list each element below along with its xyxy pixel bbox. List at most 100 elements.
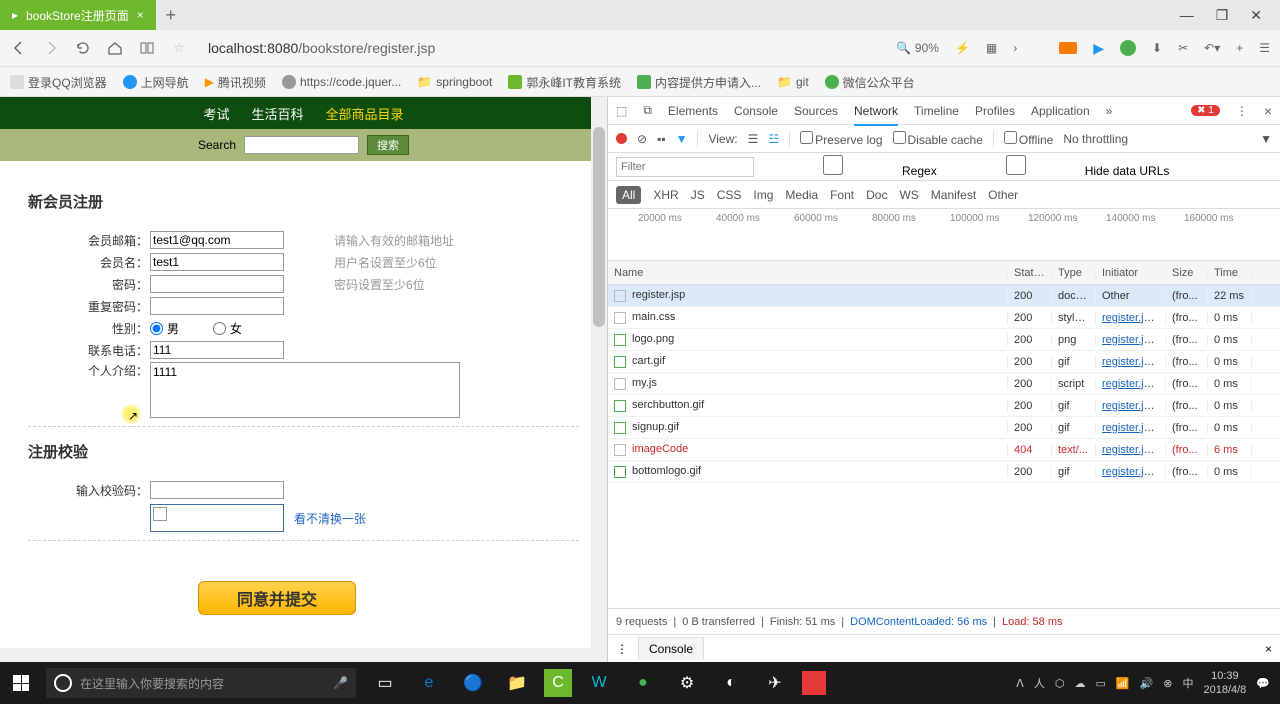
bookmark-item[interactable]: https://code.jquer...	[282, 75, 401, 89]
dt-tab[interactable]: Application	[1031, 104, 1090, 118]
record-icon[interactable]	[1059, 42, 1077, 54]
taskview-icon[interactable]: ▭	[364, 662, 406, 704]
table-row[interactable]: register.jsp200docu...Other(fro...22 ms	[608, 285, 1280, 307]
regex-checkbox[interactable]: Regex	[764, 155, 937, 178]
back-button[interactable]	[10, 39, 28, 57]
captcha-refresh-link[interactable]: 看不清换一张	[294, 510, 366, 527]
type-filter-item[interactable]: JS	[691, 188, 705, 202]
new-tab-button[interactable]: +	[156, 5, 186, 26]
nav-item[interactable]: 生活百科	[251, 104, 303, 123]
type-filter-item[interactable]: WS	[899, 188, 918, 202]
app-icon[interactable]: e	[408, 662, 450, 704]
tray-icon[interactable]: 人	[1034, 675, 1045, 691]
nav-item-active[interactable]: 全部商品目录	[326, 104, 404, 123]
clear-icon[interactable]: ⊘	[637, 132, 647, 146]
flash-icon[interactable]: ⚡	[955, 41, 970, 55]
type-filter-item[interactable]: Other	[988, 188, 1018, 202]
search-input[interactable]	[244, 136, 359, 154]
app-icon[interactable]: 🔵	[452, 662, 494, 704]
cut-icon[interactable]: ✂	[1178, 41, 1188, 55]
tab-close-icon[interactable]: ×	[137, 8, 144, 22]
wechat-icon[interactable]	[1120, 40, 1136, 56]
intro-textarea[interactable]	[150, 362, 460, 418]
phone-input[interactable]	[150, 341, 284, 359]
table-row[interactable]: serchbutton.gif200gifregister.jsp:...(fr…	[608, 395, 1280, 417]
app-icon[interactable]: 📁	[496, 662, 538, 704]
cortana-search[interactable]: 在这里输入你要搜索的内容🎤	[46, 668, 356, 698]
filter-icon[interactable]: ▼	[676, 132, 688, 146]
maximize-icon[interactable]: ❐	[1216, 7, 1229, 24]
console-close-icon[interactable]: ×	[1265, 642, 1272, 656]
offline-checkbox[interactable]: Offline	[1004, 131, 1053, 147]
tray-icon[interactable]: ᐱ	[1016, 677, 1024, 690]
reader-icon[interactable]	[138, 39, 156, 57]
start-button[interactable]	[0, 662, 42, 704]
type-all[interactable]: All	[616, 186, 641, 204]
type-filter-item[interactable]: CSS	[717, 188, 742, 202]
clock[interactable]: 10:392018/4/8	[1203, 669, 1246, 698]
dt-tab[interactable]: Console	[734, 104, 778, 118]
captcha-input[interactable]	[150, 481, 284, 499]
console-menu-icon[interactable]: ⋮	[616, 642, 628, 656]
dt-menu-icon[interactable]: ⋮	[1236, 104, 1248, 118]
bookmark-item[interactable]: 上网导航	[123, 74, 189, 91]
filter-input[interactable]	[616, 157, 754, 177]
camera-icon[interactable]: ▪▪	[657, 132, 666, 146]
menu-icon[interactable]: ☰	[1259, 41, 1270, 55]
ime-icon[interactable]: 中	[1182, 675, 1193, 691]
star-icon[interactable]: ☆	[170, 39, 188, 57]
url-display[interactable]: localhost:8080/bookstore/register.jsp	[208, 40, 435, 56]
horizontal-scrollbar[interactable]	[0, 648, 607, 662]
password-input[interactable]	[150, 275, 284, 293]
mic-icon[interactable]: 🎤	[333, 676, 348, 690]
username-input[interactable]	[150, 253, 284, 271]
app-icon[interactable]: ✈	[754, 662, 796, 704]
table-row[interactable]: signup.gif200gifregister.jsp:...(fro...0…	[608, 417, 1280, 439]
dt-tab-active[interactable]: Network	[854, 104, 898, 126]
table-row[interactable]: bottomlogo.gif200gifregister.jsp:...(fro…	[608, 461, 1280, 483]
dt-tab[interactable]: Profiles	[975, 104, 1015, 118]
app-icon[interactable]: ◐	[710, 662, 752, 704]
minimize-icon[interactable]: —	[1180, 7, 1194, 24]
search-button[interactable]: 搜索	[367, 135, 409, 155]
dt-close-icon[interactable]: ×	[1264, 103, 1272, 119]
error-badge[interactable]: ✖ 1	[1191, 105, 1220, 116]
preserve-log-checkbox[interactable]: Preserve log	[800, 131, 882, 147]
wifi-icon[interactable]: 📶	[1116, 677, 1130, 690]
chevron-right-icon[interactable]: ›	[1013, 41, 1017, 55]
type-filter-item[interactable]: Manifest	[931, 188, 976, 202]
bookmark-item[interactable]: 微信公众平台	[825, 74, 915, 91]
bookmark-item[interactable]: 📁springboot	[417, 75, 492, 89]
type-filter-item[interactable]: Media	[785, 188, 818, 202]
vertical-scrollbar[interactable]	[591, 97, 607, 662]
table-row[interactable]: cart.gif200gifregister.jsp:...(fro...0 m…	[608, 351, 1280, 373]
bookmark-item[interactable]: 内容提供方申请入...	[637, 74, 761, 91]
timeline[interactable]: 20000 ms40000 ms60000 ms80000 ms100000 m…	[608, 209, 1280, 261]
tray-icon[interactable]: ▭	[1095, 677, 1105, 690]
dt-tab[interactable]: Timeline	[914, 104, 959, 118]
undo-icon[interactable]: ↶▾	[1204, 41, 1220, 55]
gender-male-radio[interactable]	[150, 322, 163, 335]
bookmark-item[interactable]: 郭永峰IT教育系统	[508, 74, 621, 91]
captcha-image[interactable]	[150, 504, 284, 532]
tray-icon[interactable]: ☁	[1074, 677, 1085, 690]
app-icon[interactable]: C	[544, 669, 572, 697]
submit-button[interactable]: 同意并提交	[198, 581, 356, 615]
close-window-icon[interactable]: ✕	[1250, 7, 1262, 24]
app-icon[interactable]	[802, 671, 826, 695]
table-row[interactable]: main.css200style...register.jsp:8(fro...…	[608, 307, 1280, 329]
app-icon[interactable]: W	[578, 662, 620, 704]
volume-icon[interactable]: 🔊	[1140, 677, 1154, 690]
nav-item[interactable]: 考试	[203, 104, 229, 123]
browser-tab[interactable]: ▸ bookStore注册页面 ×	[0, 0, 156, 30]
play-icon[interactable]: ▶	[1093, 40, 1104, 57]
inspect-icon[interactable]: ⬚	[616, 104, 627, 118]
bookmark-item[interactable]: 📁git	[777, 75, 809, 89]
zoom-indicator[interactable]: 🔍90%	[896, 41, 939, 55]
home-button[interactable]	[106, 39, 124, 57]
view-large-icon[interactable]: ☳	[768, 132, 779, 146]
forward-button[interactable]	[42, 39, 60, 57]
qr-icon[interactable]: ▦	[986, 41, 997, 55]
tray-icon[interactable]: ⊗	[1163, 677, 1172, 690]
app-icon[interactable]: ⚙	[666, 662, 708, 704]
